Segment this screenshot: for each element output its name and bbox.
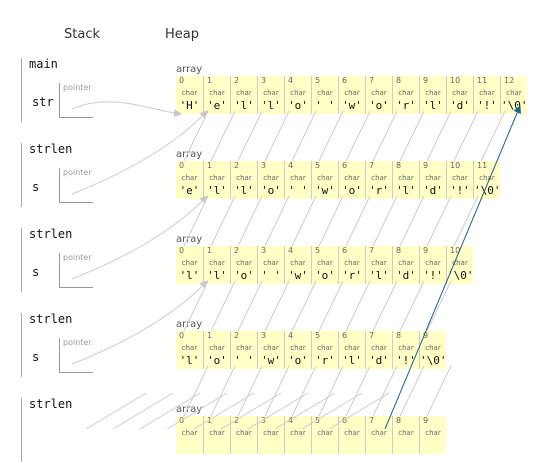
connector-line	[210, 110, 236, 162]
cell-type: char	[263, 429, 279, 437]
connector-line	[345, 365, 371, 417]
connector-line	[372, 280, 398, 332]
cell-type: char	[181, 429, 198, 437]
connector-line	[237, 110, 263, 162]
connector-line	[220, 392, 282, 429]
cell-type: char	[209, 429, 225, 437]
pointer-arrow	[71, 110, 208, 195]
connector-line	[426, 365, 452, 417]
connector-line	[372, 110, 398, 162]
connector-line	[399, 280, 425, 332]
connector-line	[426, 195, 452, 247]
connector-line	[291, 280, 317, 332]
cell-type: char	[317, 429, 333, 437]
cell-type: char	[290, 429, 306, 437]
connector-line	[237, 280, 263, 332]
connector-line	[453, 195, 479, 247]
connector-line	[399, 195, 425, 247]
connector-line	[247, 392, 309, 429]
cell-type: char	[425, 429, 441, 437]
connector-line	[112, 392, 174, 429]
connector-line	[237, 365, 263, 417]
connector-line	[372, 195, 398, 247]
cell-type: char	[398, 429, 414, 437]
pointer-arrows	[71, 101, 521, 429]
connector-line	[399, 110, 425, 162]
connector-line	[318, 195, 344, 247]
connector-line	[183, 195, 209, 247]
connector-line	[453, 110, 479, 162]
connector-line	[139, 392, 201, 429]
connector-line	[480, 110, 506, 162]
connector-line	[264, 110, 290, 162]
pointer-arrow	[71, 101, 182, 118]
connector-line	[210, 195, 236, 247]
connector-line	[85, 392, 147, 429]
connector-line	[291, 365, 317, 417]
connector-line	[301, 392, 363, 429]
connector-line	[264, 280, 290, 332]
connector-line	[166, 392, 228, 429]
connector-line	[264, 365, 290, 417]
connector-line	[426, 110, 452, 162]
pointer-arrow	[71, 280, 208, 365]
connector-line	[183, 110, 209, 162]
connector-line	[210, 280, 236, 332]
connector-line	[318, 280, 344, 332]
connector-line	[345, 110, 371, 162]
cell-type: char	[344, 429, 360, 437]
connector-line	[291, 110, 317, 162]
connector-line	[183, 365, 209, 417]
connector-line	[328, 392, 390, 429]
cell-type: char	[236, 429, 252, 437]
connector-line	[210, 365, 236, 417]
connector-line	[264, 195, 290, 247]
connector-line	[237, 195, 263, 247]
connector-line	[318, 110, 344, 162]
pointer-arrow	[71, 195, 208, 280]
connector-line	[183, 280, 209, 332]
connector-line	[193, 392, 255, 429]
cell-type: char	[371, 429, 387, 437]
connector-line	[318, 365, 344, 417]
connector-line	[399, 365, 425, 417]
connector-line	[274, 392, 336, 429]
connector-line	[291, 195, 317, 247]
connector-line	[426, 280, 452, 332]
highlight-arrow	[384, 105, 521, 429]
connector-line	[345, 195, 371, 247]
connector-line	[345, 280, 371, 332]
